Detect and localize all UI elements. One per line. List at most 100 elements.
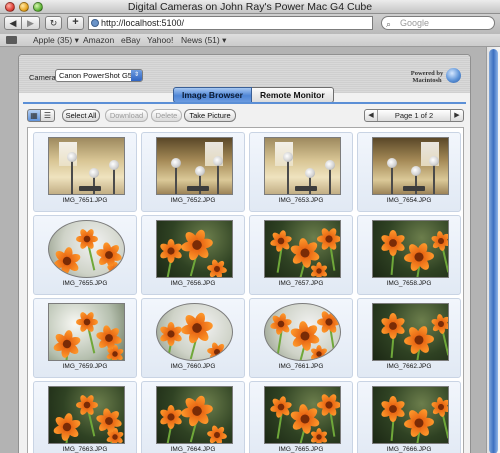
thumbnail-cell[interactable]: IMG_7663.JPG [33, 381, 137, 453]
next-page-button[interactable]: ▶ [450, 110, 463, 121]
thumbnail-image[interactable] [156, 303, 233, 361]
thumbnail-cell[interactable]: IMG_7658.JPG [357, 215, 461, 295]
thumbnail-caption: IMG_7659.JPG [62, 363, 108, 370]
flower-bloom [379, 396, 407, 422]
thumbnail-image[interactable] [48, 220, 125, 278]
thumbnail-image[interactable] [48, 137, 125, 195]
thumbnail-cell[interactable]: IMG_7653.JPG [249, 132, 353, 212]
camera-selected-value: Canon PowerShot G5 [59, 71, 132, 80]
lamp-shade [283, 152, 293, 162]
thumbnail-image[interactable] [372, 137, 449, 195]
thumbnail-cell[interactable]: IMG_7652.JPG [141, 132, 245, 212]
thumbnail-cell[interactable]: IMG_7654.JPG [357, 132, 461, 212]
thumbnail-image[interactable] [372, 220, 449, 278]
lamp-shade [411, 166, 421, 176]
thumbnail-caption: IMG_7663.JPG [62, 446, 108, 453]
grid-view-button[interactable]: ▦ [27, 109, 41, 122]
pager: ◀ Page 1 of 2 ▶ [364, 109, 464, 122]
flower-center [389, 405, 397, 413]
tab-image-browser[interactable]: Image Browser [173, 87, 252, 103]
flower-bloom [105, 427, 124, 443]
macintosh-logo-icon [446, 68, 461, 83]
flower-center [316, 434, 322, 440]
url-text: http://localhost:5100/ [101, 18, 185, 28]
reload-button[interactable]: ↻ [45, 16, 62, 30]
lamp-pole [199, 175, 201, 194]
flower-bloom [51, 328, 83, 360]
thumbnail-cell[interactable]: IMG_7656.JPG [141, 215, 245, 295]
thumbnail-image[interactable] [264, 220, 341, 278]
lamp-shade [89, 168, 99, 178]
select-all-button[interactable]: Select All [62, 109, 100, 122]
thumbnail-cell[interactable]: IMG_7657.JPG [249, 215, 353, 295]
google-search-field[interactable]: ⌕ Google [381, 16, 495, 30]
thumbnail-image[interactable] [372, 303, 449, 361]
bookmarks-book-icon[interactable] [6, 36, 17, 44]
thumbnail-area: IMG_7651.JPG IMG_7652.JPG IMG_7653.JPG IMG_… [27, 127, 464, 453]
lamp-pole [175, 167, 177, 194]
flower-center [316, 268, 322, 274]
grid-icon: ▦ [30, 111, 38, 120]
flower-center [167, 413, 175, 421]
thumbnail-cell[interactable]: IMG_7666.JPG [357, 381, 461, 453]
bookmark-yahoo[interactable]: Yahoo! [147, 35, 173, 45]
add-bookmark-button[interactable]: + [67, 16, 84, 30]
thumbnail-image[interactable] [264, 386, 341, 444]
previous-page-button[interactable]: ◀ [365, 110, 378, 121]
camera-label: Camera [29, 73, 56, 82]
delete-button[interactable]: Delete [151, 109, 182, 122]
bookmark-amazon[interactable]: Amazon [83, 35, 114, 45]
tab-remote-monitor[interactable]: Remote Monitor [251, 87, 334, 103]
thumbnail-image[interactable] [264, 137, 341, 195]
flower-center [167, 330, 175, 338]
thumbnail-image[interactable] [156, 386, 233, 444]
vertical-scrollbar[interactable] [486, 47, 500, 453]
download-button[interactable]: Download [105, 109, 148, 122]
thumbnail-image[interactable] [48, 386, 125, 444]
view-tabs: Image Browser Remote Monitor [173, 87, 334, 103]
thumbnail-cell[interactable]: IMG_7665.JPG [249, 381, 353, 453]
browser-controls: ▦ ☰ Select All Download Delete Take Pict… [27, 108, 464, 123]
flower-bloom [429, 312, 448, 335]
thumbnail-caption: IMG_7655.JPG [62, 280, 108, 287]
thumbnail-image[interactable] [48, 303, 125, 361]
scrollbar-thumb[interactable] [489, 49, 498, 453]
thumbnail-image[interactable] [372, 386, 449, 444]
lamp-base [79, 186, 101, 191]
thumbnail-cell[interactable]: IMG_7661.JPG [249, 298, 353, 378]
forward-button[interactable]: ▶ [22, 16, 40, 30]
select-arrows-icon: ⇕ [131, 70, 142, 81]
thumbnail-caption: IMG_7656.JPG [170, 280, 216, 287]
camera-select[interactable]: Canon PowerShot G5 ⇕ [55, 69, 143, 82]
thumbnail-caption: IMG_7657.JPG [278, 280, 324, 287]
thumbnail-image[interactable] [156, 137, 233, 195]
thumbnail-cell[interactable]: IMG_7655.JPG [33, 215, 137, 295]
flower-bloom [379, 230, 407, 256]
thumbnail-image[interactable] [264, 303, 341, 361]
take-picture-button[interactable]: Take Picture [184, 109, 236, 122]
thumbnail-cell[interactable]: IMG_7660.JPG [141, 298, 245, 378]
lamp-pole [329, 169, 331, 194]
list-view-button[interactable]: ☰ [41, 109, 55, 122]
lamp-shade [429, 156, 439, 166]
lamp-pole [415, 175, 417, 194]
title-bar[interactable]: Digital Cameras on John Ray's Power Mac … [0, 0, 500, 14]
thumbnail-cell[interactable]: IMG_7659.JPG [33, 298, 137, 378]
bookmark-news[interactable]: News (51) ▾ [181, 35, 226, 46]
thumbnail-caption: IMG_7661.JPG [278, 363, 324, 370]
lamp-shade [305, 168, 315, 178]
thumbnail-cell[interactable]: IMG_7651.JPG [33, 132, 137, 212]
lamp-shade [195, 166, 205, 176]
flower-bloom [51, 411, 83, 443]
address-bar[interactable]: http://localhost:5100/ [88, 16, 373, 30]
tab-divider [23, 102, 466, 104]
flower-bloom [379, 313, 407, 339]
back-button[interactable]: ◀ [4, 16, 22, 30]
lamp-shade [171, 158, 181, 168]
thumbnail-cell[interactable]: IMG_7662.JPG [357, 298, 461, 378]
bookmark-ebay[interactable]: eBay [121, 35, 140, 45]
thumbnail-image[interactable] [156, 220, 233, 278]
thumbnail-cell[interactable]: IMG_7664.JPG [141, 381, 245, 453]
bookmark-apple[interactable]: Apple (35) ▾ [33, 35, 79, 46]
powered-by-line1: Powered by [410, 70, 444, 77]
